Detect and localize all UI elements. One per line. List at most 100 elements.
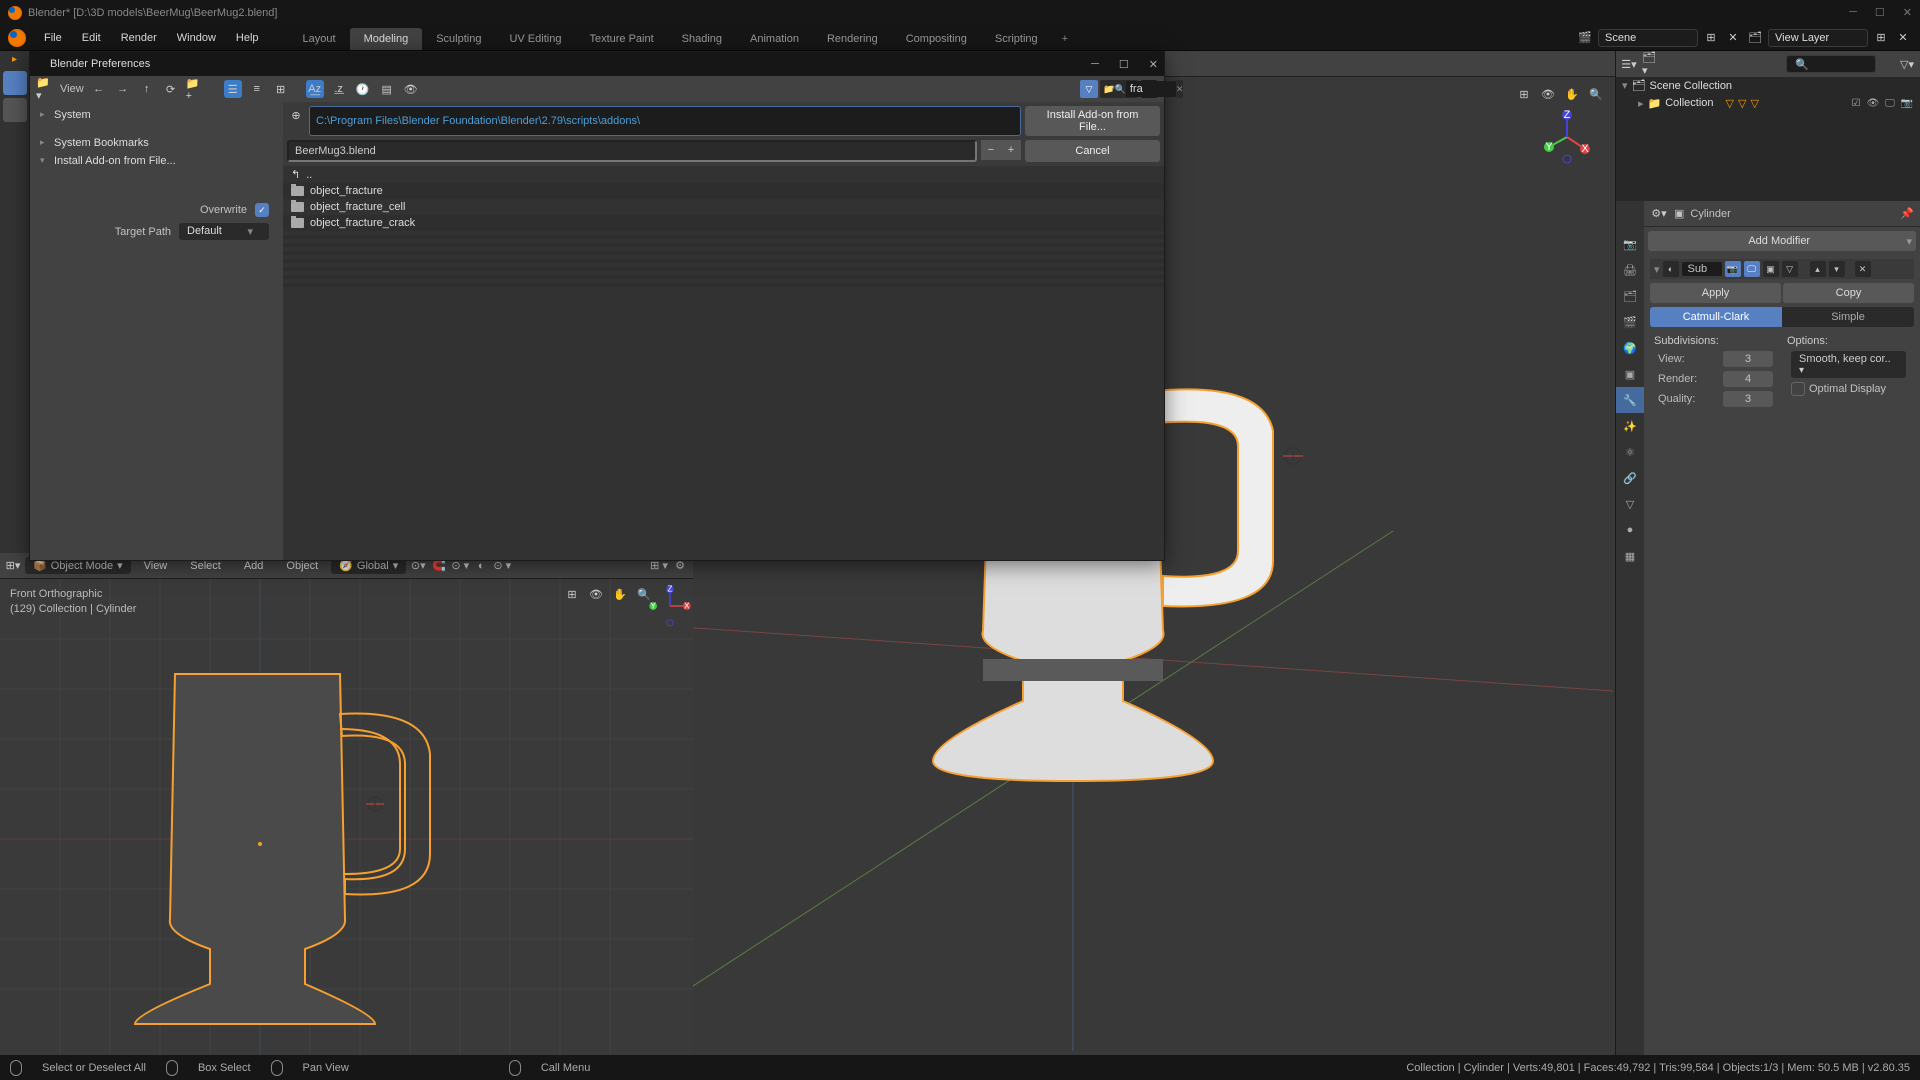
catmull-toggle[interactable]: Catmull-Clark [1650,307,1782,327]
prefs-titlebar[interactable]: Blender Preferences ─ ☐ ✕ [30,52,1164,76]
pan-icon[interactable]: ✋ [611,585,629,603]
path-recent-icon[interactable]: ⊕ [287,106,305,124]
render-camera-icon[interactable]: 📷 [1900,96,1914,110]
prop-tab-constraints[interactable]: 🔗 [1616,465,1644,491]
file-row[interactable]: object_fracture_crack [283,215,1164,231]
modifier-header[interactable]: ▾ ◐ Sub 📷 🖵 ▣ ▽ ▴ ▾ ✕ [1650,259,1914,279]
subdiv-render-input[interactable]: 4 [1723,371,1773,387]
prop-tab-viewlayer[interactable]: 🗂 [1616,283,1644,309]
tab-texturepaint[interactable]: Texture Paint [575,28,667,50]
prefs-view-menu[interactable]: View [60,83,84,95]
minimize-icon[interactable]: ─ [1849,6,1857,19]
sidebar-bookmarks[interactable]: System Bookmarks [34,134,279,152]
zoom-icon[interactable]: 🔍 [635,585,653,603]
prop-tab-object[interactable]: ▣ [1616,361,1644,387]
menu-edit[interactable]: Edit [72,28,111,48]
blender-logo-icon[interactable] [8,29,26,47]
copy-button[interactable]: Copy [1783,283,1914,303]
outliner-collection[interactable]: ▸📁 Collection ▽ ▽ ▽ ☑ 👁 🖵 📷 [1616,94,1920,112]
nav-back-icon[interactable]: ← [90,80,108,98]
mod-display-render-icon[interactable]: 📷 [1725,261,1741,277]
tab-sculpting[interactable]: Sculpting [422,28,495,50]
grid-icon[interactable]: ⊞ [563,585,581,603]
tab-uvediting[interactable]: UV Editing [495,28,575,50]
install-addon-button[interactable]: Install Add-on from File... [1025,106,1160,136]
prefs-close-icon[interactable]: ✕ [1149,58,1158,71]
editor-type-icon[interactable]: ⊞▾ [4,557,22,575]
optimal-display-checkbox[interactable] [1791,382,1805,396]
nav-up-icon[interactable]: ↑ [138,80,156,98]
outliner-display-icon[interactable]: 🗂▾ [1642,55,1660,73]
scene-input[interactable] [1598,29,1698,47]
menu-help[interactable]: Help [226,28,269,48]
prop-tab-material[interactable]: ● [1616,517,1644,543]
prefs-minimize-icon[interactable]: ─ [1091,58,1099,71]
menu-window[interactable]: Window [167,28,226,48]
show-hidden-icon[interactable]: 👁 [402,80,420,98]
increment-icon[interactable]: + [1001,140,1021,160]
overwrite-checkbox[interactable]: ✓ [255,203,269,217]
prop-tab-modifiers[interactable]: 🔧 [1616,387,1644,413]
decrement-icon[interactable]: − [981,140,1001,160]
tab-compositing[interactable]: Compositing [892,28,981,50]
toolbar-expand-icon[interactable]: ▸ [0,51,29,68]
prop-tab-render[interactable]: 📷 [1616,231,1644,257]
sort-size-icon[interactable]: ▤ [378,80,396,98]
prop-tab-physics[interactable]: ⚛ [1616,439,1644,465]
tool-cursor[interactable] [3,98,27,122]
parent-dir-row[interactable]: ↰.. [283,166,1164,183]
sort-ext-icon[interactable]: .͟z [330,80,348,98]
viewport-display-icon[interactable]: 🖵 [1883,96,1897,110]
mod-move-up-icon[interactable]: ▴ [1810,261,1826,277]
sidebar-system[interactable]: System [34,106,279,124]
nav-forward-icon[interactable]: → [114,80,132,98]
prop-tab-scene[interactable]: 🎬 [1616,309,1644,335]
editor-type-icon[interactable]: 📁▾ [36,80,54,98]
editor-type-icon[interactable]: ⚙▾ [1650,205,1668,223]
clear-search-icon[interactable]: ✕ [1176,80,1184,98]
outliner-scene-collection[interactable]: ▾🗂 Scene Collection [1616,77,1920,94]
display-list-long-icon[interactable]: ≡ [248,80,266,98]
file-list[interactable]: ↰.. object_fracture object_fracture_cell… [283,166,1164,560]
viewlayer-input[interactable] [1768,29,1868,47]
prop-tab-particles[interactable]: ✨ [1616,413,1644,439]
file-row[interactable]: object_fracture [283,183,1164,199]
tab-rendering[interactable]: Rendering [813,28,892,50]
path-input[interactable] [309,106,1021,136]
scene-delete-icon[interactable]: ✕ [1724,29,1742,47]
filter-icon[interactable]: ▽▾ [1898,55,1916,73]
pan-icon[interactable]: ✋ [1563,85,1581,103]
tab-shading[interactable]: Shading [668,28,736,50]
uvsmooth-dropdown[interactable]: Smooth, keep cor.. ▾ [1791,351,1906,378]
pin-icon[interactable]: 📌 [1900,207,1914,220]
apply-button[interactable]: Apply [1650,283,1781,303]
mod-display-edit-icon[interactable]: ▣ [1763,261,1779,277]
editor-type-icon[interactable]: ☰▾ [1620,55,1638,73]
zoom-icon[interactable]: 🔍 [1587,85,1605,103]
sort-alpha-icon[interactable]: A͟z [306,80,324,98]
filter-toggle-icon[interactable]: ▽ [1080,80,1098,98]
add-workspace-icon[interactable]: + [1052,28,1078,50]
subdiv-view-input[interactable]: 3 [1723,351,1773,367]
targetpath-dropdown[interactable]: Default ▾ [179,223,269,240]
viewlayer-browse-icon[interactable]: ⊞ [1872,29,1890,47]
tab-modeling[interactable]: Modeling [350,28,423,50]
tool-select[interactable] [3,71,27,95]
mod-delete-icon[interactable]: ✕ [1855,261,1871,277]
isolate-icon[interactable]: 👁 [1539,85,1557,103]
prop-tab-output[interactable]: 🖨 [1616,257,1644,283]
filename-input[interactable] [287,140,977,162]
display-thumb-icon[interactable]: ⊞ [272,80,290,98]
file-row[interactable]: object_fracture_cell [283,199,1164,215]
viewport-secondary[interactable]: ⊞▾ 📦 Object Mode ▾ View Select Add Objec… [0,553,693,1055]
exclude-checkbox[interactable]: ☑ [1849,96,1863,110]
display-list-short-icon[interactable]: ☰ [224,80,242,98]
prefs-maximize-icon[interactable]: ☐ [1119,58,1129,71]
cancel-button[interactable]: Cancel [1025,140,1160,162]
prop-tab-mesh[interactable]: ▽ [1616,491,1644,517]
menu-render[interactable]: Render [111,28,167,48]
scene-browse-icon[interactable]: ⊞ [1702,29,1720,47]
viewlayer-icon[interactable]: 🗂 [1746,29,1764,47]
mod-display-viewport-icon[interactable]: 🖵 [1744,261,1760,277]
subdiv-quality-input[interactable]: 3 [1723,391,1773,407]
